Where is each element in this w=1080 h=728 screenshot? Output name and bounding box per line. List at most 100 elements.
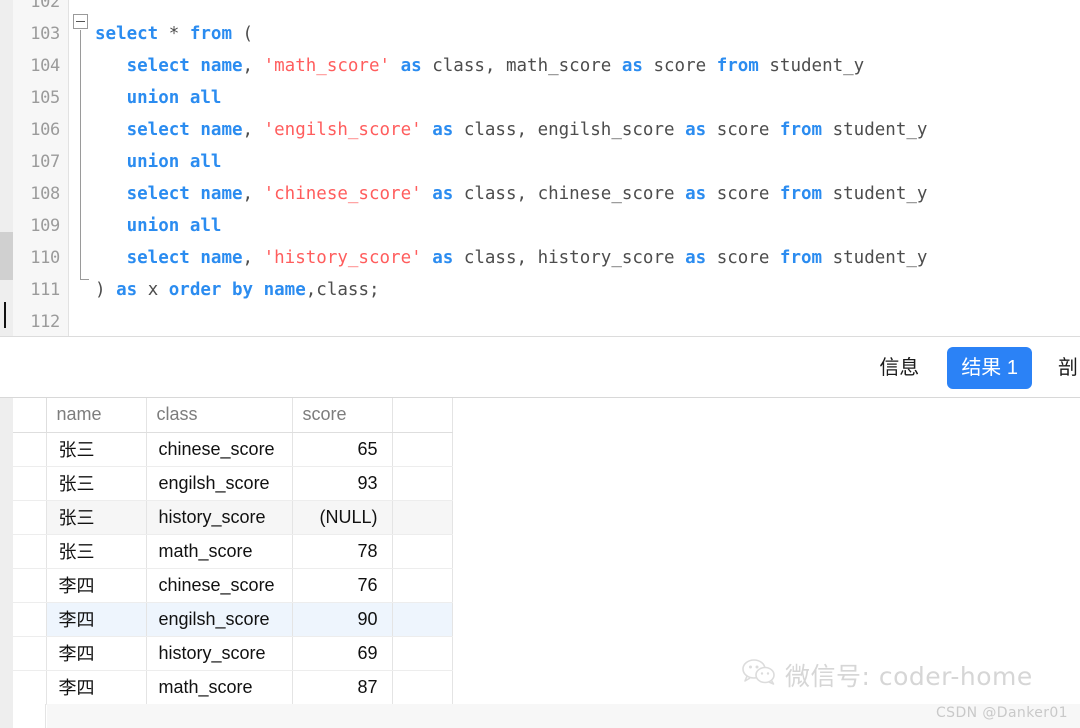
code-token-pl: x bbox=[137, 280, 169, 300]
code-token-pl: ) bbox=[95, 280, 117, 300]
code-line[interactable]: select name, 'math_score' as class, math… bbox=[95, 50, 865, 82]
code-token-kw: union all bbox=[126, 88, 222, 108]
row-number-cell[interactable] bbox=[13, 602, 47, 637]
cell-score[interactable]: (NULL) bbox=[292, 500, 393, 535]
cell-name[interactable]: 张三 bbox=[46, 534, 147, 569]
cell-name[interactable]: 李四 bbox=[46, 602, 147, 637]
cell-name[interactable]: 张三 bbox=[46, 500, 147, 535]
code-line[interactable]: union all bbox=[95, 146, 222, 178]
column-header-name[interactable]: name bbox=[46, 398, 147, 433]
code-token-kw: as bbox=[432, 120, 454, 140]
cell-score[interactable]: 78 bbox=[292, 534, 393, 569]
column-header-class[interactable]: class bbox=[146, 398, 293, 433]
row-number-cell[interactable] bbox=[13, 534, 47, 569]
code-line[interactable]: ) as x order by name,class; bbox=[95, 274, 380, 306]
table-row[interactable]: 李四 math_score 87 bbox=[13, 670, 453, 705]
column-header-pad[interactable] bbox=[392, 398, 453, 433]
row-pad-cell bbox=[392, 466, 453, 501]
cell-score[interactable]: 93 bbox=[292, 466, 393, 501]
line-number: 111 bbox=[30, 280, 60, 300]
editor-code-area[interactable]: select * from ( select name, 'math_score… bbox=[95, 0, 1080, 336]
cell-class[interactable]: history_score bbox=[146, 636, 293, 671]
code-line[interactable]: select name, 'engilsh_score' as class, e… bbox=[95, 114, 928, 146]
cell-name[interactable]: 李四 bbox=[46, 670, 147, 705]
cell-name[interactable]: 张三 bbox=[46, 466, 147, 501]
code-token-pl: class, math_score bbox=[421, 56, 622, 76]
text-caret bbox=[4, 302, 6, 328]
result-tab-1[interactable]: 结果 1 bbox=[947, 346, 1032, 389]
sql-editor[interactable]: 102 103 104 105 106 107 108 109 110 111 112 select… bbox=[0, 0, 1080, 336]
code-token-kw: from bbox=[779, 120, 823, 140]
cell-score[interactable]: 76 bbox=[292, 568, 393, 603]
code-token-pl: class, history_score bbox=[453, 248, 686, 268]
editor-vertical-scrollbar[interactable] bbox=[0, 0, 13, 336]
table-row[interactable]: 张三 math_score 78 bbox=[13, 534, 453, 569]
code-line[interactable]: select * from ( bbox=[95, 18, 253, 50]
cell-class[interactable]: chinese_score bbox=[146, 568, 293, 603]
row-number-cell[interactable] bbox=[13, 670, 47, 705]
row-number-cell[interactable] bbox=[13, 636, 47, 671]
code-token-str: 'chinese_score' bbox=[263, 184, 422, 204]
code-token-kw: order by bbox=[168, 280, 254, 300]
cell-class[interactable]: chinese_score bbox=[146, 432, 293, 467]
code-token-kw: from bbox=[779, 184, 823, 204]
result-grid-panel[interactable]: name class score 张三 chinese_score 65 张三 engils… bbox=[0, 398, 1080, 728]
cell-class[interactable]: engilsh_score bbox=[146, 602, 293, 637]
code-token-pl: class, engilsh_score bbox=[453, 120, 686, 140]
grid-rownum-filler bbox=[13, 704, 46, 728]
grid-empty-area bbox=[47, 704, 1080, 728]
code-token-kw: union all bbox=[126, 216, 222, 236]
row-pad-cell bbox=[392, 500, 453, 535]
code-token-kw: as bbox=[116, 280, 138, 300]
column-header-rownum[interactable] bbox=[13, 398, 47, 433]
grid-left-scrollbar[interactable] bbox=[0, 398, 13, 728]
row-number-cell[interactable] bbox=[13, 500, 47, 535]
cell-score[interactable]: 87 bbox=[292, 670, 393, 705]
result-tab-list: 信息 结果 1 剖 bbox=[869, 337, 1080, 398]
cell-score[interactable]: 69 bbox=[292, 636, 393, 671]
code-token-kw: as bbox=[685, 184, 707, 204]
result-tab-0[interactable]: 信息 bbox=[869, 348, 929, 388]
editor-fold-column[interactable] bbox=[69, 0, 95, 336]
cell-score[interactable]: 90 bbox=[292, 602, 393, 637]
code-line[interactable]: select name, 'chinese_score' as class, c… bbox=[95, 178, 928, 210]
result-table-body[interactable]: 张三 chinese_score 65 张三 engilsh_score 93 张三 hist… bbox=[13, 432, 453, 705]
line-number: 106 bbox=[30, 120, 60, 140]
cell-class[interactable]: math_score bbox=[146, 670, 293, 705]
code-token-pl: score bbox=[706, 184, 780, 204]
table-row[interactable]: 李四 history_score 69 bbox=[13, 636, 453, 671]
code-token-str: 'engilsh_score' bbox=[263, 120, 422, 140]
table-row[interactable]: 李四 chinese_score 76 bbox=[13, 568, 453, 603]
editor-scrollbar-thumb[interactable] bbox=[0, 232, 13, 280]
result-tab-2[interactable]: 剖 bbox=[1050, 348, 1080, 388]
code-line[interactable]: select name, 'history_score' as class, h… bbox=[95, 242, 928, 274]
cell-name[interactable]: 李四 bbox=[46, 636, 147, 671]
column-header-score[interactable]: score bbox=[292, 398, 393, 433]
row-number-cell[interactable] bbox=[13, 432, 47, 467]
result-table[interactable]: name class score 张三 chinese_score 65 张三 engils… bbox=[13, 398, 453, 705]
editor-line-number-gutter: 102 103 104 105 106 107 108 109 110 111 112 bbox=[13, 0, 69, 336]
code-token-pl: score bbox=[706, 248, 780, 268]
cell-class[interactable]: history_score bbox=[146, 500, 293, 535]
code-line[interactable]: union all bbox=[95, 82, 222, 114]
row-number-cell[interactable] bbox=[13, 568, 47, 603]
table-row[interactable]: 张三 chinese_score 65 bbox=[13, 432, 453, 467]
cell-class[interactable]: math_score bbox=[146, 534, 293, 569]
code-token-kw: select bbox=[126, 184, 190, 204]
cell-score[interactable]: 65 bbox=[292, 432, 393, 467]
code-token-pl: , bbox=[242, 120, 264, 140]
cell-name[interactable]: 李四 bbox=[46, 568, 147, 603]
table-row[interactable]: 张三 engilsh_score 93 bbox=[13, 466, 453, 501]
cell-class[interactable]: engilsh_score bbox=[146, 466, 293, 501]
table-row[interactable]: 张三 history_score (NULL) bbox=[13, 500, 453, 535]
row-number-cell[interactable] bbox=[13, 466, 47, 501]
cell-name[interactable]: 张三 bbox=[46, 432, 147, 467]
code-line[interactable]: union all bbox=[95, 210, 222, 242]
table-row[interactable]: 李四 engilsh_score 90 bbox=[13, 602, 453, 637]
collapse-fold-icon[interactable] bbox=[73, 14, 88, 29]
